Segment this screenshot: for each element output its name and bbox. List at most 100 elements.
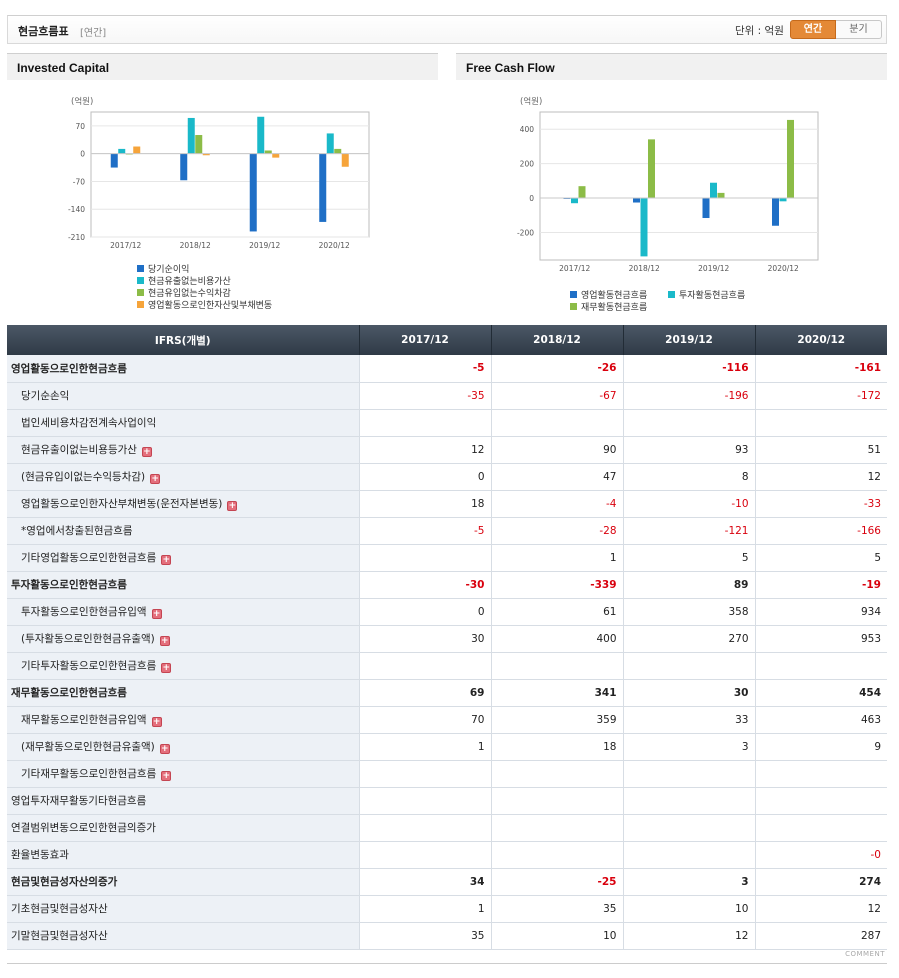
bar [710,182,717,199]
cell-value [358,787,491,815]
table-row[interactable]: (재무활동으로인한현금유출액) +1 18 3 9 [7,733,887,761]
legend-label: 영업활동으로인한자산및부채변동 [148,299,272,311]
cell-value: -5 [358,517,491,545]
table-corner: IFRS(개별) [7,325,359,355]
cell-value: 359 [490,706,623,734]
cell-value: 10 [490,922,623,950]
expand-plus-icon[interactable]: + [151,609,162,619]
y-tick-label: -70 [73,177,85,186]
row-label: 법인세비용차감전계속사업이익 [7,409,359,437]
bar [180,153,188,181]
bar [571,198,578,204]
cell-value: 10 [622,895,755,923]
cell-value: 8 [622,463,755,491]
cell-value [358,409,491,437]
row-label-text: 재무활동으로인한현금유입액 [21,714,147,726]
cell-value [358,814,491,842]
invested-capital-chart: (억원) 70 0 -70 -140 -210 2017/12 2018/12 2019/12 2… [68,96,370,311]
legend-label: 재무활동현금흐름 [581,301,647,313]
expand-plus-icon[interactable]: + [227,501,238,511]
row-label: 재무활동으로인한현금유입액 + [7,706,359,734]
bar [257,116,265,154]
cell-value: 51 [754,436,887,464]
row-label-text: 투자활동으로인한현금유입액 [21,606,147,618]
expand-plus-icon[interactable]: + [150,474,161,484]
cell-value: 0 [358,463,491,491]
table-row[interactable]: (현금유입이없는수익등차감) +0 47 8 12 [7,463,887,491]
cell-value: 18 [490,733,623,761]
table-row[interactable]: (투자활동으로인한현금유출액) +30 400 270 953 [7,625,887,653]
row-label-text: 기말현금및현금성자산 [11,930,108,942]
y-tick-label: 70 [75,122,85,131]
legend-swatch [668,291,675,298]
cell-value: 12 [622,922,755,950]
expand-plus-icon[interactable]: + [161,771,172,781]
row-label: 기타재무활동으로인한현금흐름 + [7,760,359,788]
tab-annual[interactable]: 연간 [790,20,836,39]
cell-value [490,409,623,437]
cell-value: -5 [358,355,491,383]
table-row[interactable]: 기타재무활동으로인한현금흐름 + [7,760,887,788]
x-tick-label: 2018/12 [180,241,211,250]
cell-value: 12 [754,895,887,923]
cell-value: 30 [358,625,491,653]
cell-value: 30 [622,679,755,707]
cell-value [622,760,755,788]
row-label-text: 기타투자활동으로인한현금흐름 [21,660,157,672]
row-label: (재무활동으로인한현금유출액) + [7,733,359,761]
table-row[interactable]: 재무활동으로인한현금유입액 +70 359 33 463 [7,706,887,734]
y-tick-label: -200 [517,228,534,237]
expand-plus-icon[interactable]: + [161,663,172,673]
table-row: 현금및현금성자산의증가 34 -25 3 274 [7,868,887,896]
bar [272,153,280,158]
table-row[interactable]: 영업활동으로인한자산부채변동(운전자본변동) +18 -4 -10 -33 [7,490,887,518]
comment-toggle[interactable]: COMMENT [845,950,885,958]
row-label-text: 환율변동효과 [11,849,69,861]
expand-plus-icon[interactable]: + [159,636,170,646]
bar [110,153,118,168]
section-header: 현금흐름표 [연간] 단위 : 억원 연간 분기 [7,15,887,44]
table-row[interactable]: 기타투자활동으로인한현금흐름 + [7,652,887,680]
bar [717,192,725,199]
legend-label: 영업활동현금흐름 [581,289,647,301]
expand-plus-icon[interactable]: + [161,555,172,565]
table-header-row: IFRS(개별) 2017/12 2018/12 2019/12 2020/12 [7,325,887,355]
row-label-text: 영업투자재무활동기타현금흐름 [11,795,147,807]
cell-value: 1 [490,544,623,572]
section-title: 현금흐름표 [18,25,69,38]
bar [195,135,203,154]
table-row[interactable]: 현금유출이없는비용등가산 +12 90 93 51 [7,436,887,464]
row-label: 투자활동으로인한현금유입액 + [7,598,359,626]
cell-value: -67 [490,382,623,410]
expand-plus-icon[interactable]: + [159,744,170,754]
row-label-text: 영업활동으로인한자산부채변동(운전자본변동) [21,498,223,510]
row-label-text: 현금유출이없는비용등가산 [21,444,137,456]
row-label-text: 기타재무활동으로인한현금흐름 [21,768,157,780]
table-row[interactable]: 기타영업활동으로인한현금흐름 +1 5 5 [7,544,887,572]
bar [319,153,327,222]
cell-value [490,652,623,680]
y-tick-label: 200 [520,160,535,169]
cell-value: 69 [358,679,491,707]
tab-quarterly[interactable]: 분기 [836,20,882,39]
table-row[interactable]: 투자활동으로인한현금유입액 +0 61 358 934 [7,598,887,626]
row-label: 영업활동으로인한자산부채변동(운전자본변동) + [7,490,359,518]
cell-value: 270 [622,625,755,653]
cell-value [490,814,623,842]
expand-plus-icon[interactable]: + [151,717,162,727]
expand-plus-icon[interactable]: + [141,447,152,457]
cell-value: 454 [754,679,887,707]
legend-swatch [570,291,577,298]
cell-value [358,760,491,788]
cell-value [754,787,887,815]
free-cash-flow-header: Free Cash Flow [456,53,887,80]
cell-value: 12 [754,463,887,491]
table-row: 기말현금및현금성자산 35 10 12 287 [7,922,887,950]
cell-value: -26 [490,355,623,383]
invested-capital-panel: Invested Capital (억원) 70 0 -70 -140 -210 2017/… [7,53,438,323]
col-header: 2017/12 [358,325,491,355]
table-row: 환율변동효과 -0 [7,841,887,869]
row-label-text: 기초현금및현금성자산 [11,903,108,915]
row-label: 당기순손익 [7,382,359,410]
cell-value: -339 [490,571,623,599]
